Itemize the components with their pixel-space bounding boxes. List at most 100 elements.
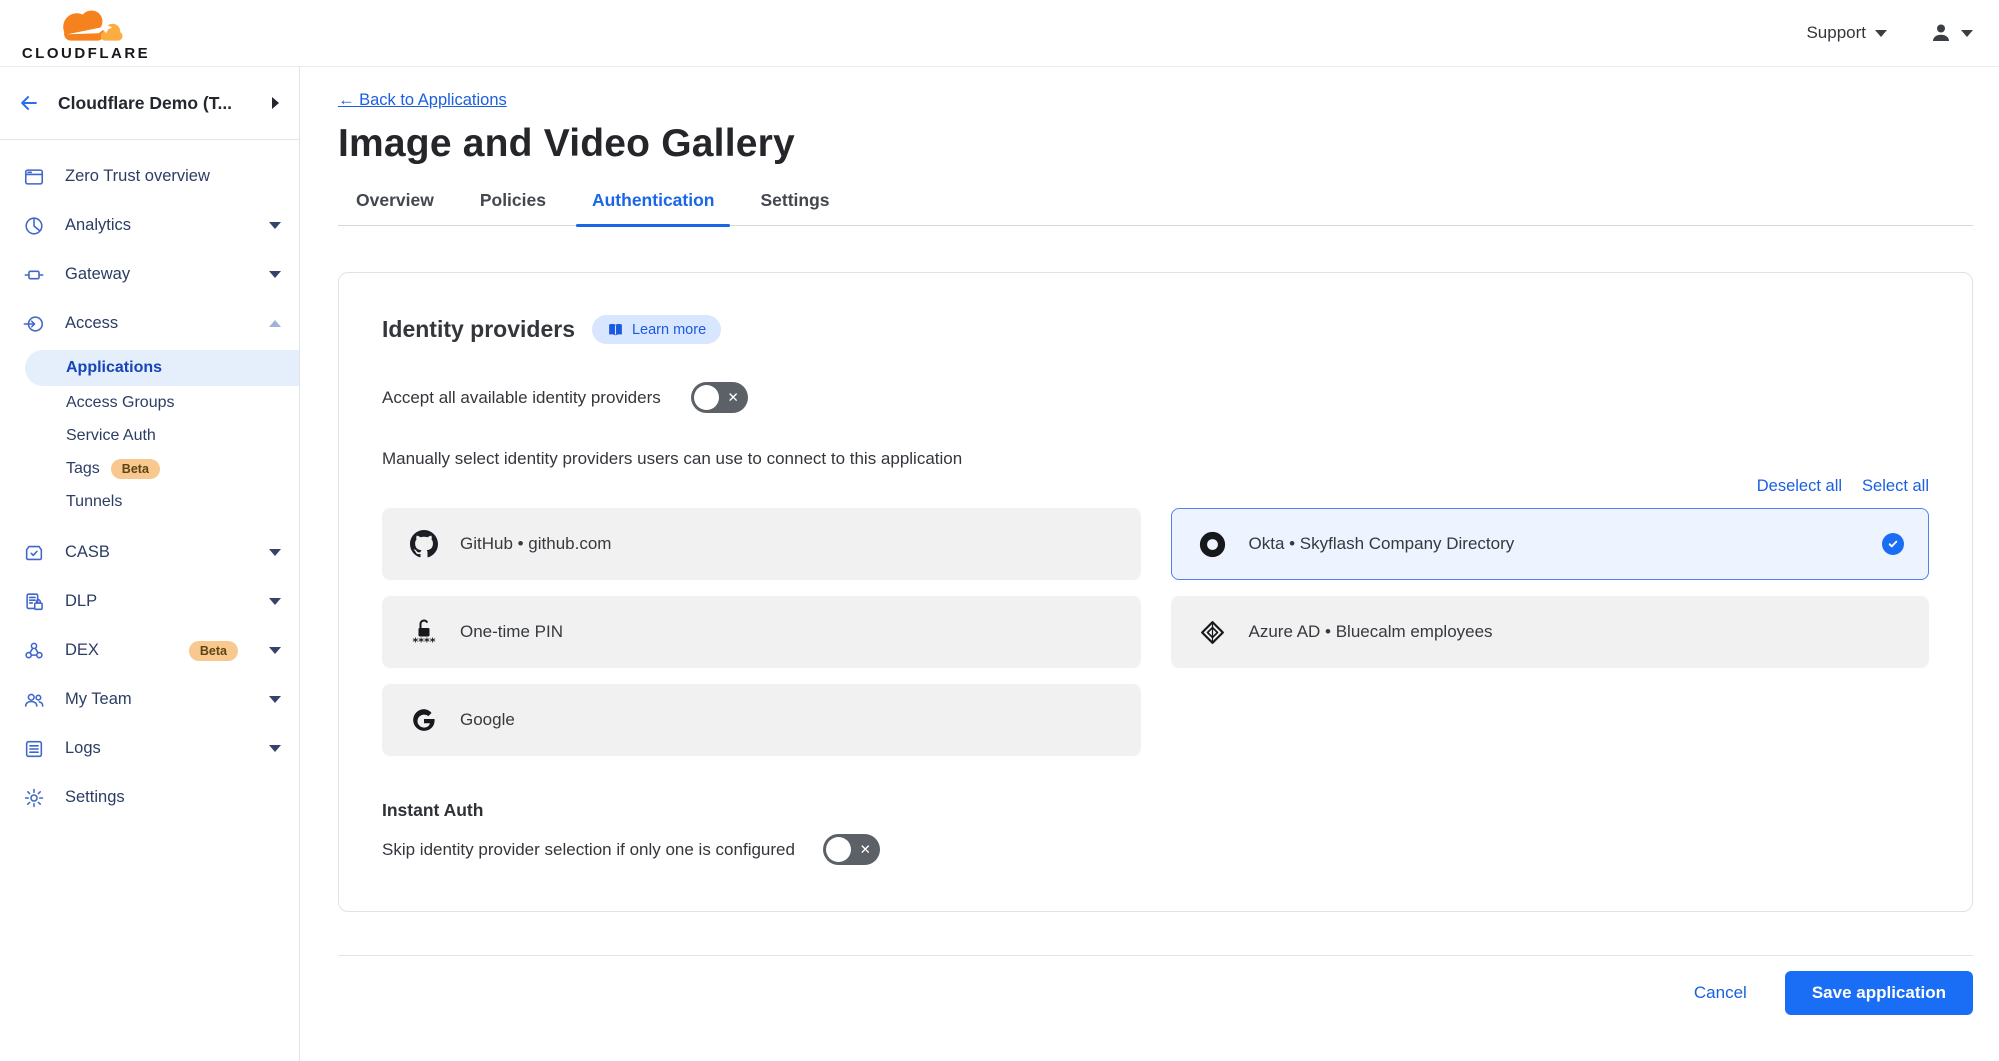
support-menu[interactable]: Support [1806, 23, 1887, 43]
sidebar-item-casb[interactable]: CASB [0, 528, 299, 577]
sidebar: Cloudflare Demo (T... Zero Trust overvie… [0, 67, 300, 1061]
main-content: ← Back to Applications Image and Video G… [300, 67, 1999, 1061]
tab-bar: Overview Policies Authentication Setting… [338, 190, 1973, 226]
provider-card-github[interactable]: GitHub • github.com [382, 508, 1141, 580]
casb-icon [22, 541, 46, 565]
provider-name: Azure AD • Bluecalm employees [1249, 622, 1493, 642]
sidebar-item-dlp[interactable]: DLP [0, 577, 299, 626]
provider-card-azure-ad[interactable]: Azure AD • Bluecalm employees [1171, 596, 1930, 668]
sidebar-item-label: Access Groups [66, 394, 174, 412]
provider-name: GitHub • github.com [460, 534, 611, 554]
sidebar-item-label: My Team [65, 690, 250, 709]
toggle-off-x-icon: ✕ [727, 391, 738, 405]
sidebar-item-logs[interactable]: Logs [0, 724, 299, 773]
sidebar-item-applications[interactable]: Applications [25, 350, 299, 386]
analytics-icon [22, 214, 46, 238]
sidebar-item-label: CASB [65, 543, 250, 562]
manual-select-label: Manually select identity providers users… [382, 449, 1929, 469]
provider-card-okta[interactable]: Okta • Skyflash Company Directory [1171, 508, 1930, 580]
book-icon [607, 321, 624, 338]
sidebar-item-label: Settings [65, 788, 281, 807]
chevron-down-icon[interactable] [269, 598, 281, 605]
provider-name: Okta • Skyflash Company Directory [1249, 534, 1515, 554]
team-icon [22, 688, 46, 712]
toggle-knob [694, 385, 719, 410]
sidebar-item-access-groups[interactable]: Access Groups [0, 386, 299, 419]
sidebar-item-label: Access [65, 314, 250, 333]
logs-icon [22, 737, 46, 761]
select-all-link[interactable]: Select all [1862, 477, 1929, 496]
sidebar-item-label: DEX [65, 641, 170, 660]
sidebar-item-tunnels[interactable]: Tunnels [0, 485, 299, 518]
tab-policies[interactable]: Policies [480, 190, 546, 211]
chevron-down-icon[interactable] [269, 647, 281, 654]
access-icon [22, 312, 46, 336]
footer-actions: Cancel Save application [338, 971, 1973, 1015]
svg-text:****: **** [412, 636, 435, 648]
access-sub-menu: Applications Access Groups Service Auth … [0, 348, 299, 528]
gateway-icon [22, 263, 46, 287]
chevron-down-icon[interactable] [269, 549, 281, 556]
dlp-icon [22, 590, 46, 614]
sidebar-item-access[interactable]: Access [0, 299, 299, 348]
dex-icon [22, 639, 46, 663]
sidebar-item-zero-trust-overview[interactable]: Zero Trust overview [0, 152, 299, 201]
chevron-down-icon[interactable] [269, 222, 281, 229]
cloudflare-logo[interactable]: CLOUDFLARE [22, 5, 150, 62]
sidebar-item-dex[interactable]: DEX Beta [0, 626, 299, 675]
toggle-off-x-icon: ✕ [860, 843, 871, 857]
azure-ad-icon [1198, 619, 1228, 646]
dashboard-icon [22, 165, 46, 189]
chevron-up-icon[interactable] [269, 320, 281, 327]
sidebar-item-label: Service Auth [66, 427, 156, 445]
sidebar-item-settings[interactable]: Settings [0, 773, 299, 822]
accept-all-label: Accept all available identity providers [382, 388, 661, 408]
sidebar-item-my-team[interactable]: My Team [0, 675, 299, 724]
account-menu[interactable] [1929, 21, 1973, 45]
chevron-down-icon[interactable] [269, 271, 281, 278]
cancel-button[interactable]: Cancel [1694, 983, 1747, 1003]
one-time-pin-icon: **** [409, 617, 439, 647]
top-bar: CLOUDFLARE Support [0, 0, 1999, 67]
save-application-button[interactable]: Save application [1785, 971, 1973, 1015]
accept-all-toggle[interactable]: ✕ [691, 382, 748, 413]
sidebar-item-label: Tunnels [66, 493, 122, 511]
sidebar-item-analytics[interactable]: Analytics [0, 201, 299, 250]
identity-providers-heading: Identity providers [382, 316, 575, 343]
deselect-all-link[interactable]: Deselect all [1757, 477, 1842, 496]
chevron-right-icon[interactable] [272, 97, 279, 109]
back-arrow-icon[interactable] [18, 92, 40, 114]
github-icon [409, 530, 439, 558]
identity-providers-card: Identity providers Learn more Accept all… [338, 272, 1973, 912]
sidebar-item-label: Zero Trust overview [65, 167, 281, 186]
provider-card-one-time-pin[interactable]: **** One-time PIN [382, 596, 1141, 668]
account-name: Cloudflare Demo (T... [58, 93, 254, 114]
footer-divider [338, 955, 1973, 956]
chevron-down-icon[interactable] [269, 696, 281, 703]
back-to-applications-link[interactable]: ← Back to Applications [338, 91, 507, 110]
cloudflare-wordmark: CLOUDFLARE [22, 45, 150, 62]
sidebar-item-label: Analytics [65, 216, 250, 235]
cloudflare-cloud-icon [39, 5, 133, 47]
tab-overview[interactable]: Overview [356, 190, 434, 211]
instant-auth-toggle[interactable]: ✕ [823, 834, 880, 865]
chevron-down-icon[interactable] [269, 745, 281, 752]
gear-icon [22, 786, 46, 810]
learn-more-badge[interactable]: Learn more [592, 315, 721, 344]
sidebar-nav: Zero Trust overview Analytics Gateway [0, 140, 299, 822]
chevron-down-icon [1961, 30, 1973, 37]
sidebar-item-label: DLP [65, 592, 250, 611]
sidebar-item-gateway[interactable]: Gateway [0, 250, 299, 299]
sidebar-item-service-auth[interactable]: Service Auth [0, 419, 299, 452]
sidebar-item-label: Applications [66, 359, 162, 377]
tab-authentication[interactable]: Authentication [592, 190, 715, 211]
beta-badge: Beta [111, 459, 160, 479]
provider-card-google[interactable]: Google [382, 684, 1141, 756]
sidebar-item-tags[interactable]: Tags Beta [0, 452, 299, 485]
account-switcher[interactable]: Cloudflare Demo (T... [0, 67, 299, 140]
chevron-down-icon [1875, 30, 1887, 37]
sidebar-item-label: Gateway [65, 265, 250, 284]
tab-settings[interactable]: Settings [760, 190, 829, 211]
provider-name: Google [460, 710, 515, 730]
sidebar-item-label: Logs [65, 739, 250, 758]
